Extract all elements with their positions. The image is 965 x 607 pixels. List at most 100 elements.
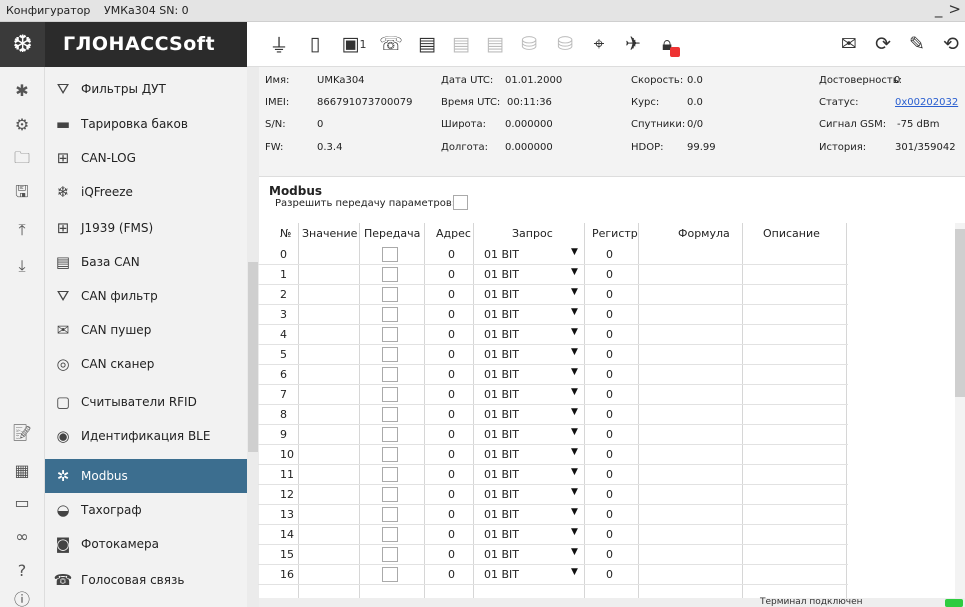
request-select[interactable]: 01 BIT (484, 548, 519, 561)
sidebar-item-9[interactable]: ▢ Считыватели RFID (45, 385, 247, 419)
sidebar-item-3[interactable]: ❄ iQFreeze (45, 175, 247, 209)
sync-icon[interactable]: ⟲ (938, 31, 964, 57)
table-row[interactable]: 6 0 01 BIT ▼ 0 (258, 365, 848, 385)
database-icon[interactable]: ⛁ (516, 31, 542, 57)
request-select[interactable]: 01 BIT (484, 368, 519, 381)
save-icon[interactable]: 🖫 (9, 181, 35, 207)
more-button[interactable]: > (948, 0, 961, 22)
column-header[interactable]: Адрес (436, 227, 471, 240)
transfer-checkbox[interactable] (382, 307, 398, 322)
address-value[interactable]: 0 (448, 268, 455, 281)
chevron-down-icon[interactable]: ▼ (571, 527, 578, 537)
database-settings-icon[interactable]: ⛁ (552, 31, 578, 57)
register-value[interactable]: 0 (606, 268, 613, 281)
sidebar-item-6[interactable]: ⛛ CAN фильтр (45, 279, 247, 313)
request-select[interactable]: 01 BIT (484, 488, 519, 501)
transfer-checkbox[interactable] (382, 247, 398, 262)
column-header[interactable]: Запрос (512, 227, 553, 240)
table-row[interactable]: 2 0 01 BIT ▼ 0 (258, 285, 848, 305)
address-value[interactable]: 0 (448, 288, 455, 301)
sidebar-item-2[interactable]: ⊞ CAN-LOG (45, 141, 247, 175)
sidebar-item-4[interactable]: ⊞ J1939 (FMS) (45, 211, 247, 245)
chevron-down-icon[interactable]: ▼ (571, 507, 578, 517)
request-select[interactable]: 01 BIT (484, 408, 519, 421)
sidebar-item-14[interactable]: ☎ Голосовая связь (45, 563, 247, 597)
register-value[interactable]: 0 (606, 388, 613, 401)
chevron-down-icon[interactable]: ▼ (571, 407, 578, 417)
address-value[interactable]: 0 (448, 528, 455, 541)
location-off-icon[interactable]: ⌖ (586, 31, 612, 57)
address-value[interactable]: 0 (448, 328, 455, 341)
register-value[interactable]: 0 (606, 548, 613, 561)
table-row[interactable]: 13 0 01 BIT ▼ 0 (258, 505, 848, 525)
server-icon[interactable]: ⚙ (9, 111, 35, 137)
script-icon[interactable]: 📝︎ (9, 419, 35, 445)
request-select[interactable]: 01 BIT (484, 468, 519, 481)
sim-1-icon[interactable]: ▣ 1 (336, 31, 372, 57)
plug-link-icon[interactable]: ∞ (9, 523, 35, 549)
sidebar-item-0[interactable]: ⛛ Фильтры ДУТ (45, 72, 247, 106)
device-download-icon[interactable]: ▤ (482, 31, 508, 57)
column-header[interactable]: Регистр (592, 227, 638, 240)
sidebar-item-10[interactable]: ◉ Идентификация BLE (45, 419, 247, 453)
sidebar-scroll-thumb[interactable] (248, 262, 258, 452)
transfer-checkbox[interactable] (382, 547, 398, 562)
register-value[interactable]: 0 (606, 368, 613, 381)
table-row[interactable]: 16 0 01 BIT ▼ 0 (258, 565, 848, 585)
allow-transfer-checkbox[interactable] (453, 195, 468, 210)
address-value[interactable]: 0 (448, 548, 455, 561)
request-select[interactable]: 01 BIT (484, 328, 519, 341)
request-select[interactable]: 01 BIT (484, 388, 519, 401)
table-row[interactable]: 14 0 01 BIT ▼ 0 (258, 525, 848, 545)
address-value[interactable]: 0 (448, 468, 455, 481)
sidebar-item-11[interactable]: ✲ Modbus (45, 459, 247, 493)
mail-icon[interactable]: ✉ (836, 31, 862, 57)
register-value[interactable]: 0 (606, 408, 613, 421)
chevron-down-icon[interactable]: ▼ (571, 267, 578, 277)
table-row[interactable]: 1 0 01 BIT ▼ 0 (258, 265, 848, 285)
request-select[interactable]: 01 BIT (484, 528, 519, 541)
table-scroll-thumb[interactable] (955, 229, 965, 397)
transfer-checkbox[interactable] (382, 467, 398, 482)
table-row[interactable]: 12 0 01 BIT ▼ 0 (258, 485, 848, 505)
wifi-phone-icon[interactable]: ☏ (378, 31, 404, 57)
register-value[interactable]: 0 (606, 488, 613, 501)
chevron-down-icon[interactable]: ▼ (571, 287, 578, 297)
address-value[interactable]: 0 (448, 348, 455, 361)
chevron-down-icon[interactable]: ▼ (571, 327, 578, 337)
request-select[interactable]: 01 BIT (484, 508, 519, 521)
column-header[interactable]: Формула (678, 227, 730, 240)
sidebar-item-12[interactable]: ◒ Тахограф (45, 493, 247, 527)
table-row[interactable]: 10 0 01 BIT ▼ 0 (258, 445, 848, 465)
transfer-checkbox[interactable] (382, 367, 398, 382)
chevron-down-icon[interactable]: ▼ (571, 467, 578, 477)
address-value[interactable]: 0 (448, 448, 455, 461)
table-row[interactable]: 4 0 01 BIT ▼ 0 (258, 325, 848, 345)
sidebar-item-5[interactable]: ▤ База CAN (45, 245, 247, 279)
transfer-checkbox[interactable] (382, 267, 398, 282)
satellite-icon[interactable]: ✈ (620, 31, 646, 57)
chevron-down-icon[interactable]: ▼ (571, 247, 578, 257)
device-upload-icon[interactable]: ▤ (448, 31, 474, 57)
table-row[interactable]: 8 0 01 BIT ▼ 0 (258, 405, 848, 425)
table-row[interactable]: 15 0 01 BIT ▼ 0 (258, 545, 848, 565)
signature-icon[interactable]: ✎ (904, 31, 930, 57)
transfer-checkbox[interactable] (382, 427, 398, 442)
upload-icon[interactable]: ⤒ (9, 217, 35, 243)
table-row[interactable]: 3 0 01 BIT ▼ 0 (258, 305, 848, 325)
chevron-down-icon[interactable]: ▼ (571, 347, 578, 357)
address-value[interactable]: 0 (448, 508, 455, 521)
sidebar-item-1[interactable]: ▬ Тарировка баков (45, 107, 247, 141)
transfer-checkbox[interactable] (382, 567, 398, 582)
address-value[interactable]: 0 (448, 248, 455, 261)
transfer-checkbox[interactable] (382, 447, 398, 462)
chevron-down-icon[interactable]: ▼ (571, 307, 578, 317)
transfer-checkbox[interactable] (382, 387, 398, 402)
address-value[interactable]: 0 (448, 408, 455, 421)
request-select[interactable]: 01 BIT (484, 288, 519, 301)
column-header[interactable]: Передача (364, 227, 420, 240)
can-icon[interactable]: ▭ (9, 489, 35, 515)
register-value[interactable]: 0 (606, 328, 613, 341)
register-value[interactable]: 0 (606, 448, 613, 461)
register-value[interactable]: 0 (606, 528, 613, 541)
